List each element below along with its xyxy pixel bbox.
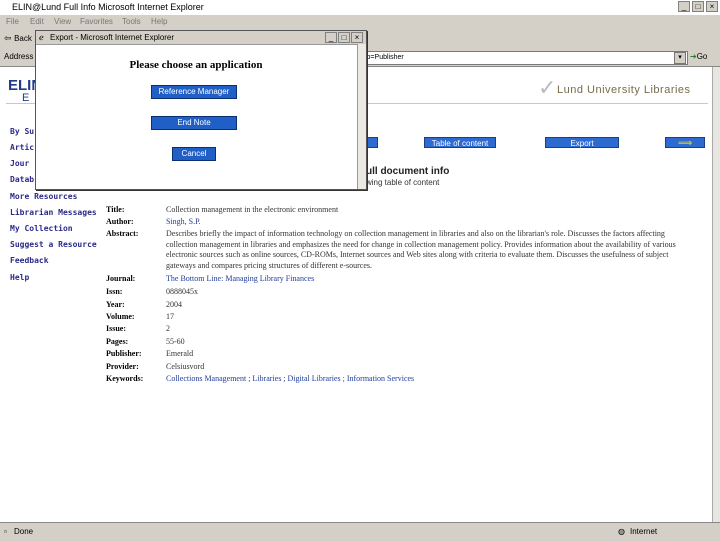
export-dialog: ℯ Export - Microsoft Internet Explorer _… [35,30,367,190]
field-label: Title: [106,205,125,214]
reference-manager-button[interactable]: Reference Manager [151,85,237,99]
address-label: Address [4,52,34,61]
page-scrollbar[interactable] [712,67,720,522]
dialog-title: Export - Microsoft Internet Explorer [50,33,175,42]
field-value-abstract: Describes briefly the impact of informat… [166,229,676,270]
field-label: Keywords: [106,374,144,383]
field-label: Year: [106,300,125,309]
address-dropdown-icon[interactable]: ▾ [674,52,686,64]
field-label: Publisher: [106,349,142,358]
field-label: Author: [106,217,134,226]
go-arrow-icon: ➔ [690,52,697,61]
cancel-button[interactable]: Cancel [172,147,216,161]
field-label: Provider: [106,362,139,371]
minimize-button[interactable]: _ [678,1,690,12]
field-label: Volume: [106,312,135,321]
lund-logo-icon: ✓ [538,75,557,100]
dialog-heading: Please choose an application [129,59,263,71]
sidebar-item-by-subject[interactable]: By Su [10,127,34,136]
table-of-content-button[interactable]: Table of content [424,137,496,148]
field-label: Issue: [106,324,127,333]
sidebar-item-help[interactable]: Help [10,273,29,282]
sidebar-item-articles[interactable]: Artic [10,143,34,152]
status-text: Done [14,527,34,536]
internet-zone-icon: ◍ [618,527,625,536]
back-button[interactable]: ⇦ Back [4,33,32,44]
go-button[interactable]: ➔Go [690,52,707,61]
window-title: ELIN@Lund Full Info Microsoft Internet E… [12,2,204,12]
back-arrow-icon: ⇦ [4,33,12,43]
window-titlebar: ELIN@Lund Full Info Microsoft Internet E… [0,0,720,15]
field-label: Issn: [106,287,123,296]
document-heading: ull document info [366,166,450,177]
field-value-provider: Celsiusvord [166,362,205,371]
endnote-button[interactable]: End Note [151,116,237,130]
next-arrow-button[interactable]: ⟹ [665,137,705,149]
sidebar-item-databases[interactable]: Datab [10,175,34,184]
menubar: File Edit View Favorites Tools Help [0,15,720,29]
menu-favorites[interactable]: Favorites [80,15,113,29]
field-value-author[interactable]: Singh, S.P. [166,217,201,226]
dialog-maximize-button[interactable]: □ [338,32,350,43]
sidebar-item-more-resources[interactable]: More Resources [10,192,77,201]
dialog-close-button[interactable]: × [351,32,363,43]
dialog-titlebar: ℯ Export - Microsoft Internet Explorer _… [36,31,366,45]
menu-edit[interactable]: Edit [30,15,44,29]
page-icon: ▫ [4,527,7,536]
menu-file[interactable]: File [6,15,19,29]
field-value-publisher: Emerald [166,349,194,358]
dialog-minimize-button[interactable]: _ [325,32,337,43]
close-button[interactable]: × [706,1,718,12]
menu-help[interactable]: Help [151,15,167,29]
zone-label: Internet [630,527,658,536]
export-button[interactable]: Export [545,137,619,148]
library-name: Lund University Libraries [557,84,691,96]
dialog-controls: _ □ × [325,32,363,43]
field-value-volume: 17 [166,312,174,321]
document-subheading: wing table of content [366,178,440,187]
field-value-year: 2004 [166,300,182,309]
field-label: Journal: [106,274,136,283]
window-controls: _ □ × [678,1,718,12]
sidebar-item-journals[interactable]: Jour [10,159,29,168]
field-label: Abstract: [106,229,139,238]
sidebar-item-librarian-messages[interactable]: Librarian Messages [10,208,97,217]
menu-view[interactable]: View [54,15,71,29]
ie-icon: ℯ [39,33,44,42]
field-label: Pages: [106,337,129,346]
sidebar-item-feedback[interactable]: Feedback [10,256,49,265]
field-value-title: Collection management in the electronic … [166,205,339,214]
menu-tools[interactable]: Tools [122,15,141,29]
field-value-keywords[interactable]: Collections Management ; Libraries ; Dig… [166,374,414,383]
maximize-button[interactable]: □ [692,1,704,12]
sidebar-item-my-collection[interactable]: My Collection [10,224,73,233]
next-arrow-icon: ⟹ [677,138,693,149]
sidebar-item-suggest-resource[interactable]: Suggest a Resource [10,240,97,249]
statusbar: ▫ Done ◍ Internet [0,522,720,541]
field-value-issue: 2 [166,324,170,333]
field-value-journal[interactable]: The Bottom Line: Managing Library Financ… [166,274,314,283]
dialog-scrollbar[interactable] [357,44,366,189]
field-value-issn: 0888045x [166,287,198,296]
field-value-pages: 55-60 [166,337,185,346]
